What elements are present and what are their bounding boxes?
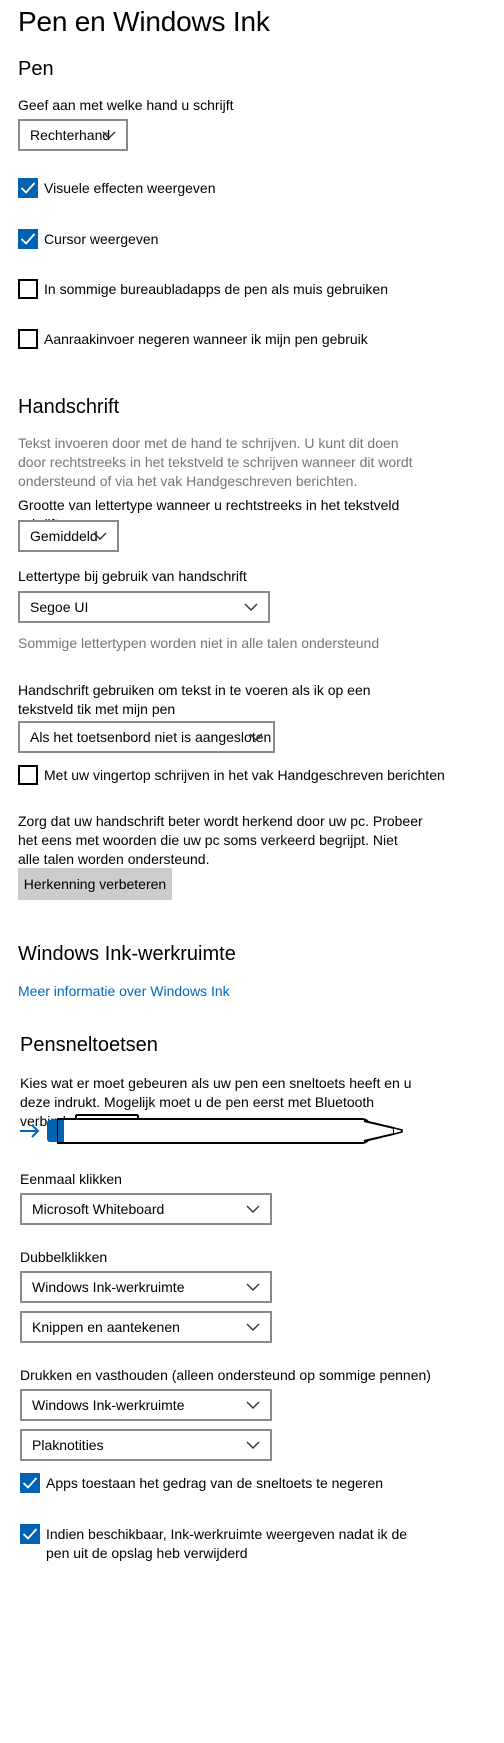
- pen-heading: Pen: [18, 58, 54, 80]
- ink-info-link[interactable]: Meer informatie over Windows Ink: [18, 983, 230, 999]
- pen-as-mouse-label: In sommige bureaubladapps de pen als mui…: [44, 281, 388, 297]
- single-click-label: Eenmaal klikken: [20, 1171, 122, 1187]
- double-click-value-2: Knippen en aantekenen: [32, 1319, 180, 1335]
- hold-dropdown-1[interactable]: Windows Ink-werkruimte: [20, 1389, 272, 1421]
- chevron-down-icon: [246, 1401, 260, 1409]
- chevron-down-icon: [246, 1205, 260, 1213]
- handwriting-description: Tekst invoeren door met de hand te schri…: [18, 435, 413, 489]
- cursor-checkbox[interactable]: [18, 229, 38, 249]
- page-title: Pen en Windows Ink: [18, 6, 270, 37]
- single-click-value: Microsoft Whiteboard: [32, 1201, 165, 1217]
- shortcuts-heading: Pensneltoetsen: [20, 1034, 158, 1056]
- fingertip-checkbox[interactable]: [18, 765, 38, 785]
- single-click-dropdown[interactable]: Microsoft Whiteboard: [20, 1193, 272, 1225]
- checkmark-icon: [22, 1528, 38, 1540]
- override-checkbox[interactable]: [20, 1473, 40, 1493]
- hold-label: Drukken en vasthouden (alleen ondersteun…: [20, 1367, 431, 1383]
- handwriting-heading: Handschrift: [18, 396, 120, 418]
- font-value: Segoe UI: [30, 599, 89, 615]
- chevron-down-icon: [246, 1441, 260, 1449]
- hand-dropdown-value: Rechterhand: [30, 127, 111, 143]
- hand-label: Geef aan met welke hand u schrijft: [18, 97, 234, 113]
- double-click-dropdown-1[interactable]: Windows Ink-werkruimte: [20, 1271, 272, 1303]
- chevron-down-icon: [246, 1323, 260, 1331]
- show-ink-checkbox[interactable]: [20, 1524, 40, 1544]
- tap-dropdown[interactable]: Als het toetsenbord niet is aangesloten: [18, 721, 275, 753]
- checkmark-icon: [20, 233, 36, 245]
- hand-dropdown[interactable]: Rechterhand: [18, 119, 128, 151]
- cursor-label: Cursor weergeven: [44, 231, 159, 247]
- hold-value-2: Plaknotities: [32, 1437, 104, 1453]
- pen-illustration: [20, 1114, 403, 1144]
- font-size-value: Gemiddeld: [30, 528, 98, 544]
- hold-value-1: Windows Ink-werkruimte: [32, 1397, 185, 1413]
- double-click-label: Dubbelklikken: [20, 1249, 108, 1265]
- font-label: Lettertype bij gebruik van handschrift: [18, 568, 247, 584]
- checkmark-icon: [22, 1477, 38, 1489]
- visual-effects-label: Visuele effecten weergeven: [44, 180, 216, 196]
- tap-value: Als het toetsenbord niet is aangesloten: [30, 729, 272, 745]
- chevron-down-icon: [93, 532, 107, 540]
- hold-dropdown-2[interactable]: Plaknotities: [20, 1429, 272, 1461]
- override-label: Apps toestaan het gedrag van de sneltoet…: [46, 1475, 384, 1491]
- font-note: Sommige lettertypen worden niet in alle …: [18, 635, 380, 651]
- improve-recognition-button[interactable]: Herkenning verbeteren: [18, 868, 172, 900]
- ink-heading: Windows Ink-werkruimte: [18, 943, 236, 965]
- visual-effects-checkbox[interactable]: [18, 178, 38, 198]
- pen-as-mouse-checkbox[interactable]: [18, 279, 38, 299]
- font-size-dropdown[interactable]: Gemiddeld: [18, 520, 119, 552]
- font-dropdown[interactable]: Segoe UI: [18, 591, 270, 623]
- chevron-down-icon: [244, 603, 258, 611]
- chevron-down-icon: [102, 131, 116, 139]
- chevron-down-icon: [246, 1283, 260, 1291]
- double-click-value-1: Windows Ink-werkruimte: [32, 1279, 185, 1295]
- tap-label: Handschrift gebruiken om tekst in te voe…: [18, 682, 371, 717]
- ignore-touch-checkbox[interactable]: [18, 329, 38, 349]
- recognition-text: Zorg dat uw handschrift beter wordt herk…: [18, 813, 423, 867]
- show-ink-label: Indien beschikbaar, Ink-werkruimte weerg…: [46, 1526, 408, 1561]
- arrow-right-icon: [20, 1124, 40, 1138]
- fingertip-label: Met uw vingertop schrijven in het vak Ha…: [44, 767, 445, 783]
- ignore-touch-label: Aanraakinvoer negeren wanneer ik mijn pe…: [44, 331, 368, 347]
- checkmark-icon: [20, 182, 36, 194]
- chevron-down-icon: [249, 733, 263, 741]
- double-click-dropdown-2[interactable]: Knippen en aantekenen: [20, 1311, 272, 1343]
